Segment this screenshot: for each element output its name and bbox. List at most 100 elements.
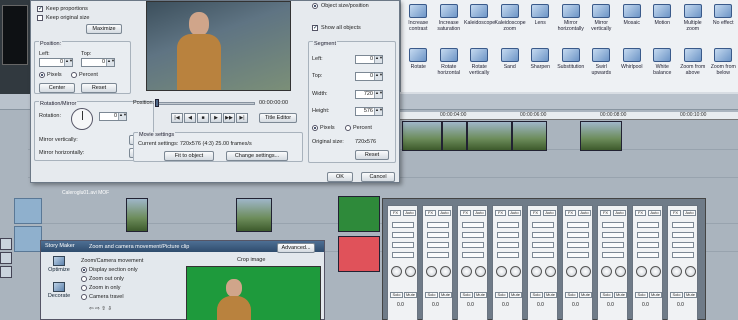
effect-item[interactable]: Swirl upwards [586, 44, 617, 88]
spin-arrows-icon[interactable]: ▲▼ [106, 59, 115, 66]
center-button[interactable]: Center [39, 83, 75, 93]
change-settings-button[interactable]: Change settings... [226, 151, 288, 161]
mixer-selector[interactable] [602, 222, 624, 228]
pan-knob[interactable] [475, 266, 486, 277]
pan-knob[interactable] [650, 266, 661, 277]
mixer-selector[interactable] [497, 232, 519, 238]
track-header[interactable] [14, 198, 42, 224]
pan-knob[interactable] [545, 266, 556, 277]
mixer-selector[interactable] [497, 242, 519, 248]
video-clip[interactable] [442, 121, 467, 151]
pan-knob[interactable] [510, 266, 521, 277]
mixer-selector[interactable] [392, 252, 414, 258]
effect-item[interactable]: Substitution [556, 44, 587, 88]
pan-knob[interactable] [461, 266, 472, 277]
segment-top-field[interactable]: 0 ▲▼ [355, 72, 383, 81]
optimize-button[interactable]: Optimize [43, 255, 75, 275]
video-clip[interactable] [512, 121, 547, 151]
mixer-selector[interactable] [427, 232, 449, 238]
mute-button[interactable]: Mute [404, 292, 417, 298]
pixels-radio[interactable] [39, 72, 45, 78]
mixer-selector[interactable] [392, 232, 414, 238]
show-all-objects-checkbox[interactable] [312, 24, 318, 31]
fit-to-object-button[interactable]: Fit to object [164, 151, 214, 161]
track-header[interactable] [14, 226, 42, 252]
video-clip[interactable] [467, 121, 512, 151]
solo-button[interactable]: Solo [495, 292, 508, 298]
auto-button[interactable]: Auto [473, 210, 486, 216]
mute-button[interactable]: Mute [614, 292, 627, 298]
stop-icon[interactable]: ■ [197, 113, 209, 123]
pan-knob[interactable] [391, 266, 402, 277]
pan-knob[interactable] [601, 266, 612, 277]
mixer-selector[interactable] [497, 222, 519, 228]
mixer-selector[interactable] [497, 252, 519, 258]
effect-item[interactable]: Sand [495, 44, 526, 88]
rotation-field[interactable]: 0 ▲▼ [99, 112, 127, 121]
solo-button[interactable]: Solo [390, 292, 403, 298]
forward-icon[interactable]: ▶▶ [223, 113, 235, 123]
pan-knob[interactable] [615, 266, 626, 277]
crop-preview[interactable] [186, 266, 321, 320]
mixer-selector[interactable] [637, 252, 659, 258]
fx-button[interactable]: FX [600, 210, 611, 216]
tool-icon[interactable] [0, 266, 12, 278]
mixer-selector[interactable] [602, 252, 624, 258]
mixer-selector[interactable] [602, 242, 624, 248]
spin-arrows-icon[interactable]: ▲▼ [374, 91, 383, 98]
auto-button[interactable]: Auto [543, 210, 556, 216]
segment-left-field[interactable]: 0 ▲▼ [355, 55, 383, 64]
keep-original-size-checkbox[interactable] [37, 15, 43, 21]
zoom-out-radio[interactable] [81, 276, 87, 282]
mixer-selector[interactable] [392, 242, 414, 248]
reset-position-button[interactable]: Reset [81, 83, 117, 93]
video-clip[interactable] [338, 196, 380, 232]
effect-item[interactable]: Motion [647, 0, 678, 44]
spin-arrows-icon[interactable]: ▲▼ [374, 73, 383, 80]
fx-button[interactable]: FX [495, 210, 506, 216]
pan-knob[interactable] [636, 266, 647, 277]
spin-arrows-icon[interactable]: ▲▼ [374, 56, 383, 63]
effect-item[interactable]: Kaleidoscope zoom [495, 0, 526, 44]
mixer-selector[interactable] [567, 232, 589, 238]
fx-button[interactable]: FX [565, 210, 576, 216]
fx-button[interactable]: FX [425, 210, 436, 216]
effect-item[interactable]: Zoom from above [678, 44, 709, 88]
play-icon[interactable]: ▶ [210, 113, 222, 123]
mixer-selector[interactable] [602, 232, 624, 238]
video-clip[interactable] [402, 121, 442, 151]
mute-button[interactable]: Mute [684, 292, 697, 298]
rotation-dial[interactable] [71, 108, 93, 130]
mixer-selector[interactable] [637, 232, 659, 238]
mixer-selector[interactable] [532, 242, 554, 248]
effect-item[interactable]: Mosaic [617, 0, 648, 44]
maximize-button[interactable]: Maximize [86, 24, 122, 34]
segment-width-field[interactable]: 720 ▲▼ [355, 90, 383, 99]
decorate-button[interactable]: Decorate [43, 281, 75, 301]
audio-clip[interactable] [338, 236, 380, 272]
effect-item[interactable]: Mirror vertically [586, 0, 617, 44]
effect-item[interactable]: Kaleidoscope [464, 0, 495, 44]
solo-button[interactable]: Solo [425, 292, 438, 298]
auto-button[interactable]: Auto [403, 210, 416, 216]
skip-forward-icon[interactable]: ▶| [236, 113, 248, 123]
fx-button[interactable]: FX [635, 210, 646, 216]
mixer-selector[interactable] [637, 222, 659, 228]
segment-reset-button[interactable]: Reset [355, 150, 389, 160]
tool-icon[interactable] [0, 238, 12, 250]
ok-button[interactable]: OK [327, 172, 353, 182]
effect-item[interactable]: Multiple zoom [678, 0, 709, 44]
auto-button[interactable]: Auto [578, 210, 591, 216]
mixer-selector[interactable] [532, 232, 554, 238]
mute-button[interactable]: Mute [509, 292, 522, 298]
pan-knob[interactable] [440, 266, 451, 277]
top-field[interactable]: 0 ▲▼ [81, 58, 115, 67]
effect-item[interactable]: Sharpen [525, 44, 556, 88]
display-section-radio[interactable] [81, 267, 87, 273]
camera-travel-radio[interactable] [81, 294, 87, 300]
object-size-position-radio[interactable] [312, 3, 318, 9]
mixer-selector[interactable] [672, 252, 694, 258]
auto-button[interactable]: Auto [438, 210, 451, 216]
timeline-ruler[interactable]: 00:00:04:00 00:00:06:00 00:00:08:00 00:0… [400, 112, 738, 120]
pan-knob[interactable] [496, 266, 507, 277]
